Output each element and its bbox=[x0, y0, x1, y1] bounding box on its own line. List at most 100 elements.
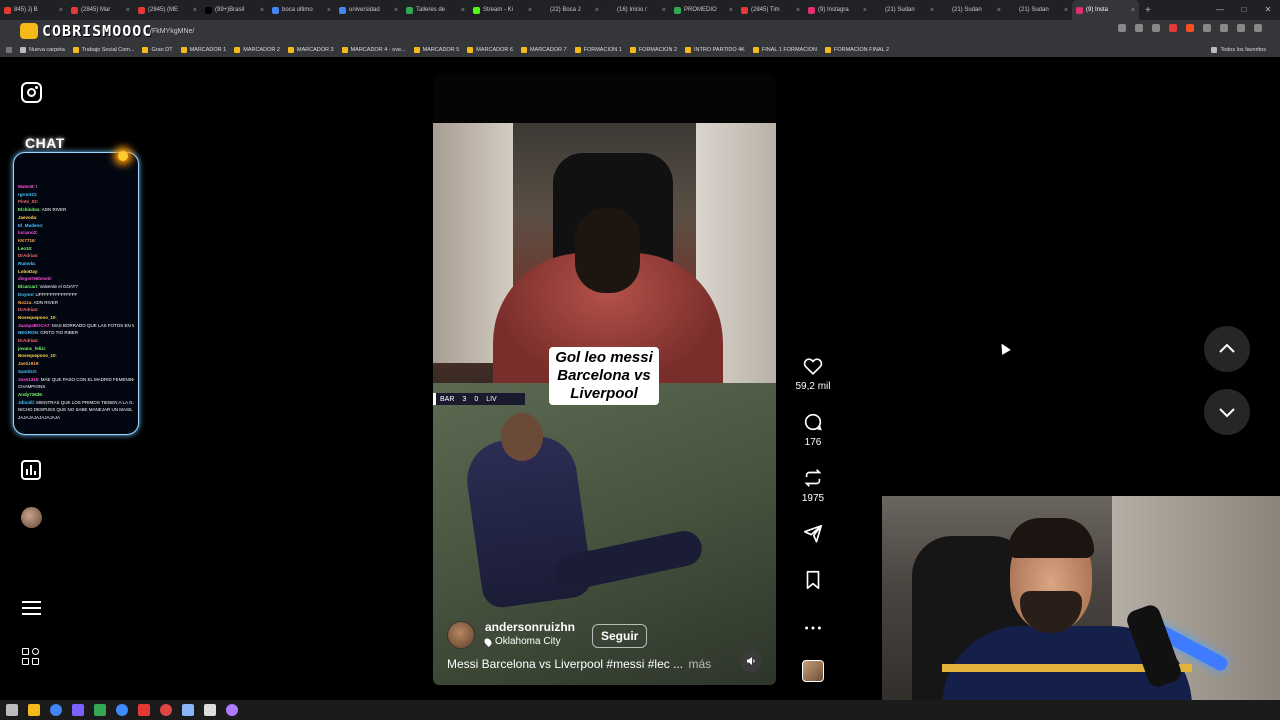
browser-tab[interactable]: Talleres de × bbox=[402, 0, 469, 20]
bookmark-item[interactable]: MARCADOR 2 bbox=[234, 46, 280, 53]
send-icon[interactable] bbox=[802, 523, 824, 545]
browser-tab[interactable]: universidad × bbox=[335, 0, 402, 20]
new-tab-icon[interactable]: + bbox=[1139, 5, 1157, 16]
profile-avatar[interactable] bbox=[21, 507, 42, 528]
obs-icon[interactable] bbox=[160, 704, 172, 716]
tab-close-icon[interactable]: × bbox=[327, 7, 331, 14]
bookmark-item[interactable]: MARCADOR 5 bbox=[413, 46, 459, 53]
bookmark-item[interactable]: FINAL 1 FORMACION bbox=[752, 46, 817, 53]
reel-video[interactable]: Gol leo messi Barcelona vs Liverpool BAR… bbox=[433, 75, 776, 685]
browser-tab[interactable]: (99+)Brasil × bbox=[201, 0, 268, 20]
more-options-icon[interactable] bbox=[802, 617, 824, 639]
instagram-icon[interactable] bbox=[21, 82, 42, 103]
tab-close-icon[interactable]: × bbox=[1131, 7, 1135, 14]
tab-close-icon[interactable]: × bbox=[595, 7, 599, 14]
bookmark-item[interactable]: Nueva carpeta bbox=[20, 46, 65, 53]
close-window-icon[interactable]: ✕ bbox=[1256, 0, 1280, 20]
repost-action[interactable]: 1975 bbox=[790, 467, 836, 504]
chrome-icon[interactable] bbox=[50, 704, 62, 716]
repost-icon[interactable] bbox=[802, 467, 824, 489]
app-green-icon[interactable] bbox=[94, 704, 106, 716]
bookmark-item[interactable]: FORMACION 2 bbox=[629, 46, 677, 53]
browser-tab[interactable]: boca ultimo × bbox=[268, 0, 335, 20]
comment-action[interactable]: 176 bbox=[790, 411, 836, 448]
tab-close-icon[interactable]: × bbox=[260, 7, 264, 14]
browser-tab[interactable]: (21) Sudan × bbox=[938, 0, 1005, 20]
app-blue-icon[interactable] bbox=[182, 704, 194, 716]
follow-button[interactable]: Seguir bbox=[592, 624, 648, 648]
browser-tab[interactable]: (22) Boca J × bbox=[536, 0, 603, 20]
more-options-action[interactable] bbox=[790, 617, 836, 639]
tab-close-icon[interactable]: × bbox=[1064, 7, 1068, 14]
next-reel-button[interactable] bbox=[1204, 389, 1250, 435]
original-audio-thumbnail[interactable] bbox=[802, 660, 824, 682]
browser-tab[interactable]: (21) Sudan × bbox=[871, 0, 938, 20]
bookmark-icon[interactable] bbox=[802, 569, 824, 591]
app-violet-icon[interactable] bbox=[226, 704, 238, 716]
tab-close-icon[interactable]: × bbox=[461, 7, 465, 14]
bookmark-item[interactable]: MARCADOR 1 bbox=[180, 46, 226, 53]
browser-tab[interactable]: (21) Sudan × bbox=[1005, 0, 1072, 20]
extension-red-icon[interactable] bbox=[1169, 24, 1177, 32]
browser-tab[interactable]: (9) Insta × bbox=[1072, 0, 1139, 20]
browser-tab[interactable]: (16) Inicio / × bbox=[603, 0, 670, 20]
tab-close-icon[interactable]: × bbox=[662, 7, 666, 14]
browser-tab[interactable]: PROMEDIO × bbox=[670, 0, 737, 20]
tab-close-icon[interactable]: × bbox=[796, 7, 800, 14]
tab-close-icon[interactable]: × bbox=[729, 7, 733, 14]
previous-reel-button[interactable] bbox=[1204, 326, 1250, 372]
comment-icon[interactable] bbox=[802, 411, 824, 433]
author-username[interactable]: andersonruizhn bbox=[485, 620, 575, 634]
insights-icon[interactable] bbox=[21, 460, 41, 480]
heart-icon[interactable] bbox=[802, 355, 824, 377]
tab-close-icon[interactable]: × bbox=[997, 7, 1001, 14]
browser-tab[interactable]: Stream - Ki × bbox=[469, 0, 536, 20]
mute-button[interactable] bbox=[740, 650, 762, 672]
maximize-icon[interactable]: □ bbox=[1232, 0, 1256, 20]
bookmark-item[interactable]: FORMACION FINAL 2 bbox=[824, 46, 889, 53]
bookmark-item[interactable]: MARCADOR 6 bbox=[467, 46, 513, 53]
share-action[interactable] bbox=[790, 523, 836, 545]
tab-close-icon[interactable]: × bbox=[126, 7, 130, 14]
browser-tab[interactable]: (2845) Mar × bbox=[67, 0, 134, 20]
apps-grid-icon[interactable] bbox=[6, 46, 12, 53]
more-apps-icon[interactable] bbox=[22, 648, 41, 667]
bookmark-item[interactable]: MARCADOR 4 - ove... bbox=[341, 46, 406, 53]
bookmark-item[interactable]: INTRO PARTIDO 4K bbox=[685, 46, 745, 53]
extensions-icon[interactable] bbox=[1203, 24, 1211, 32]
tab-close-icon[interactable]: × bbox=[193, 7, 197, 14]
url-text[interactable]: /FkMYkgMNe/ bbox=[150, 28, 194, 35]
menu-icon[interactable] bbox=[22, 600, 41, 616]
bookmark-item[interactable]: MARCADOR 3 bbox=[287, 46, 334, 53]
file-explorer-icon[interactable] bbox=[28, 704, 40, 716]
more-link[interactable]: más bbox=[688, 657, 711, 671]
save-action[interactable] bbox=[790, 569, 836, 591]
zoom-icon[interactable] bbox=[1135, 24, 1143, 32]
search-taskbar-icon[interactable] bbox=[6, 704, 18, 716]
bookmark-item[interactable]: Trabajo Social Com... bbox=[72, 46, 134, 53]
browser-tab[interactable]: (2845) Tim × bbox=[737, 0, 804, 20]
extension-orange-icon[interactable] bbox=[1186, 24, 1194, 32]
profile-icon[interactable] bbox=[1237, 24, 1245, 32]
reel-description[interactable]: Messi Barcelona vs Liverpool #messi #lec… bbox=[447, 657, 711, 671]
bookmark-item[interactable]: Gran DT bbox=[142, 46, 173, 53]
like-action[interactable]: 59,2 mil bbox=[790, 355, 836, 392]
tab-close-icon[interactable]: × bbox=[930, 7, 934, 14]
bookmark-item[interactable]: MARCADOR 7 bbox=[520, 46, 567, 53]
cast-icon[interactable] bbox=[1118, 24, 1126, 32]
bookmark-item[interactable]: FORMACION 1 bbox=[574, 46, 622, 53]
all-bookmarks-folder[interactable]: Todos los favoritos bbox=[1211, 46, 1266, 53]
tab-close-icon[interactable]: × bbox=[863, 7, 867, 14]
tab-close-icon[interactable]: × bbox=[59, 7, 63, 14]
app-purple-icon[interactable] bbox=[72, 704, 84, 716]
chrome-menu-icon[interactable] bbox=[1254, 24, 1262, 32]
author-location[interactable]: Oklahoma City bbox=[483, 636, 561, 647]
minimize-icon[interactable]: — bbox=[1208, 0, 1232, 20]
tab-close-icon[interactable]: × bbox=[394, 7, 398, 14]
star-icon[interactable] bbox=[1152, 24, 1160, 32]
browser-tab[interactable]: (2845) (ME × bbox=[134, 0, 201, 20]
sidepanel-icon[interactable] bbox=[1220, 24, 1228, 32]
address-bar[interactable]: /FkMYkgMNe/ bbox=[0, 20, 1280, 42]
edge-icon[interactable] bbox=[116, 704, 128, 716]
app-white-icon[interactable] bbox=[204, 704, 216, 716]
